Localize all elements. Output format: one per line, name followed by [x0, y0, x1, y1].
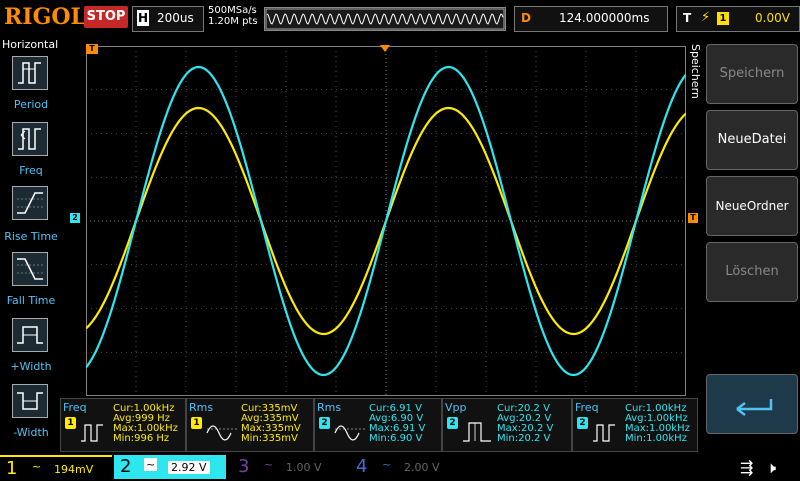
rigol-logo: RIGOL [4, 4, 86, 30]
enter-button[interactable] [706, 374, 798, 434]
channel-badge: 1 [65, 417, 76, 429]
channel-3-tab[interactable]: 3 ~ 1.00 V [232, 455, 344, 479]
right-panel-title: Speichern [688, 44, 704, 134]
run-stop-indicator[interactable]: STOP [84, 6, 128, 28]
channel-badge: 2 [447, 417, 458, 429]
freq-label: Freq [19, 164, 43, 177]
measurement-stats: Cur:1.00kHz Avg:999 Hz Max:1.00kHz Min:9… [113, 404, 178, 444]
coupling-icon: ~ [264, 458, 274, 471]
horizontal-panel-title: Horizontal [2, 38, 59, 51]
channel-2-tab[interactable]: 2 ~ 2.92 V [114, 455, 226, 479]
channel-scale: 1.00 V [286, 461, 322, 474]
channel-scale: 2.00 V [404, 461, 440, 474]
trigger-label: T [683, 11, 692, 25]
measurement-name: Rms [189, 401, 214, 414]
period-label: Period [13, 98, 49, 111]
fall-time-label: Fall Time [6, 294, 56, 307]
delete-button[interactable]: Löschen [706, 242, 798, 302]
trigger-position-marker[interactable] [380, 38, 390, 52]
measurement-name: Vpp [445, 401, 467, 414]
measurement-stats: Cur:335mV Avg:335mV Max:335mV Min:335mV [241, 404, 301, 444]
rise-time-icon [12, 186, 48, 220]
neg-width-icon [12, 384, 48, 418]
stat-min: Min:20.2 V [497, 433, 551, 444]
coupling-icon: ~ [144, 458, 158, 471]
stat-min: Min:996 Hz [113, 433, 170, 444]
save-button-label: Speichern [719, 66, 785, 81]
measurement-freq-ch2[interactable]: Freq 2 Cur:1.00kHz Avg:1.00kHz Max:1.00k… [572, 398, 698, 452]
waveform-display[interactable] [85, 46, 687, 396]
coupling-icon: ~ [382, 458, 392, 471]
fall-time-icon [12, 252, 48, 286]
delete-button-label: Löschen [725, 264, 779, 279]
speaker-muted-icon[interactable]: 🕨 [766, 458, 776, 478]
delay-box[interactable]: D 124.000000ms [514, 6, 668, 32]
new-file-button-label: NeueDatei [717, 132, 787, 147]
memory-depth: 1.20M pts [208, 16, 258, 27]
channel-scale: 2.92 V [168, 461, 210, 474]
rising-edge-icon: ⚡ [701, 10, 711, 25]
neg-width-label: -Width [13, 426, 49, 439]
trigger-channel-badge: 1 [717, 12, 729, 25]
measurement-name: Rms [317, 401, 342, 414]
stat-min: Min:6.90 V [369, 433, 423, 444]
measurement-vpp-ch2[interactable]: Vpp 2 Cur:20.2 V Avg:20.2 V Max:20.2 V M… [442, 398, 572, 452]
delay-label: D [521, 11, 531, 25]
acquisition-info: 500MSa/s 1.20M pts [208, 5, 258, 27]
measurement-rms-ch1[interactable]: Rms 1 Cur:335mV Avg:335mV Max:335mV Min:… [186, 398, 314, 452]
channel-badge: 2 [319, 417, 330, 429]
vpp-icon [463, 422, 491, 442]
channel-number: 1 [6, 458, 18, 479]
freq-icon [593, 424, 615, 442]
measurement-freq-ch1[interactable]: Freq 1 Cur:1.00kHz Avg:999 Hz Max:1.00kH… [60, 398, 186, 452]
rms-icon [334, 425, 365, 441]
stat-min: Min:335mV [241, 433, 298, 444]
pos-width-icon [12, 318, 48, 352]
right-panel-title-text: Speichern [689, 44, 702, 99]
measurement-rms-ch2[interactable]: Rms 2 Cur:6.91 V Avg:6.90 V Max:6.91 V M… [314, 398, 442, 452]
measurement-stats: Cur:20.2 V Avg:20.2 V Max:20.2 V Min:20.… [497, 404, 553, 444]
enter-icon [736, 399, 773, 416]
channel-badge: 2 [577, 417, 588, 429]
stat-min: Min:1.00kHz [625, 433, 687, 444]
freq-icon [81, 424, 103, 442]
period-icon [12, 56, 48, 90]
channel-scale: 194mV [54, 463, 94, 476]
trigger-level-marker[interactable]: T [688, 213, 698, 223]
memory-overview-bar[interactable] [264, 7, 506, 31]
horizontal-label: H [137, 10, 149, 26]
new-folder-button-label: NeueOrdner [715, 199, 789, 213]
save-button[interactable]: Speichern [706, 44, 798, 104]
freq-icon [12, 122, 48, 156]
measurement-stats: Cur:1.00kHz Avg:1.00kHz Max:1.00kHz Min:… [625, 404, 690, 444]
waveform-grid [85, 46, 687, 396]
memory-overview-waveform [265, 8, 505, 30]
channel-number: 3 [238, 456, 250, 477]
usb-icon: ⇶ [740, 458, 754, 477]
delay-value: 124.000000ms [559, 11, 650, 25]
channel-number: 4 [356, 456, 368, 477]
coupling-icon: ~ [32, 460, 42, 473]
timebase-box[interactable]: H 200us [132, 6, 204, 32]
pos-width-label: +Width [10, 360, 52, 373]
channel-1-tab[interactable]: 1 ~ 194mV [0, 455, 112, 481]
channel-4-tab[interactable]: 4 ~ 2.00 V [350, 455, 462, 479]
time-marker-left: T [86, 44, 98, 54]
new-folder-button[interactable]: NeueOrdner [706, 176, 798, 236]
new-file-button[interactable]: NeueDatei [706, 110, 798, 170]
channel-badge: 1 [191, 417, 202, 429]
trigger-box[interactable]: T ⚡ 1 0.00V [676, 6, 800, 32]
rms-icon [206, 425, 237, 441]
ch2-offset-marker[interactable]: 2 [70, 213, 80, 223]
trigger-level: 0.00V [755, 11, 790, 25]
measurement-name: Freq [63, 401, 87, 414]
sample-rate: 500MSa/s [208, 5, 257, 16]
channel-number: 2 [120, 456, 132, 477]
ch2-waveform [85, 65, 687, 377]
measurement-stats: Cur:6.91 V Avg:6.90 V Max:6.91 V Min:6.9… [369, 404, 425, 444]
rise-time-label: Rise Time [4, 230, 58, 243]
measurement-name: Freq [575, 401, 599, 414]
timebase-value: 200us [157, 11, 194, 25]
